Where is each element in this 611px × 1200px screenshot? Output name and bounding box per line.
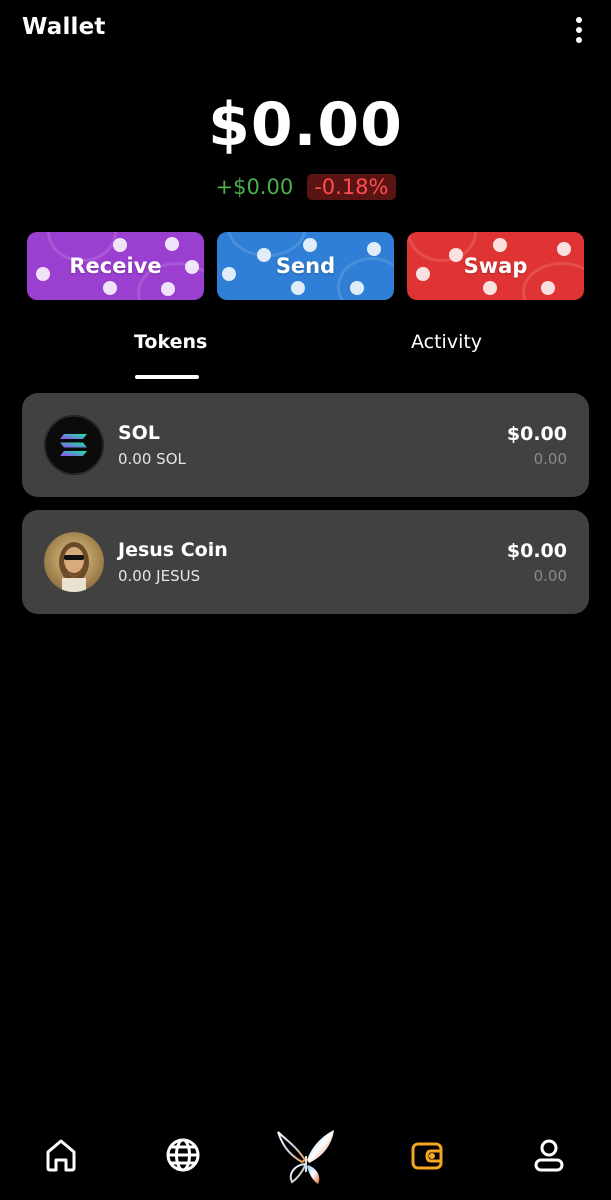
globe-icon[interactable] [158,1130,208,1180]
butterfly-logo-icon[interactable] [276,1126,336,1186]
active-tab-indicator [135,375,199,379]
token-sub-value: 0.00 [533,567,567,585]
jesus-coin-avatar-icon [44,532,104,592]
action-buttons: Receive Send Swap [27,232,584,300]
home-icon[interactable] [36,1130,86,1180]
balance-change: +$0.00 -0.18% [0,174,611,200]
token-sub-value: 0.00 [533,450,567,468]
tab-activity[interactable]: Activity [411,331,482,353]
tab-bar: Tokens Activity [0,325,611,381]
tab-tokens[interactable]: Tokens [134,331,207,353]
profile-icon[interactable] [524,1130,574,1180]
send-button[interactable]: Send [217,232,394,300]
receive-button[interactable]: Receive [27,232,204,300]
token-amount: 0.00 JESUS [118,567,201,585]
total-balance: $0.00 [208,90,403,160]
token-name: Jesus Coin [118,539,228,561]
bottom-navigation [0,1120,611,1192]
app-header: Wallet [0,0,611,60]
swap-label: Swap [463,254,528,278]
token-name: SOL [118,422,160,444]
change-percent-badge: -0.18% [307,174,396,200]
page-title: Wallet [22,14,106,40]
token-amount: 0.00 SOL [118,450,186,468]
token-row-sol[interactable]: SOL 0.00 SOL $0.00 0.00 [22,393,589,497]
wallet-icon[interactable] [402,1130,452,1180]
token-row-jesus-coin[interactable]: Jesus Coin 0.00 JESUS $0.00 0.00 [22,510,589,614]
token-value: $0.00 [506,540,567,562]
swap-button[interactable]: Swap [407,232,584,300]
solana-logo-icon [44,415,104,475]
send-label: Send [275,254,336,278]
receive-label: Receive [69,254,162,278]
more-vertical-icon[interactable] [573,17,585,43]
change-amount: +$0.00 [215,175,294,199]
token-value: $0.00 [506,423,567,445]
